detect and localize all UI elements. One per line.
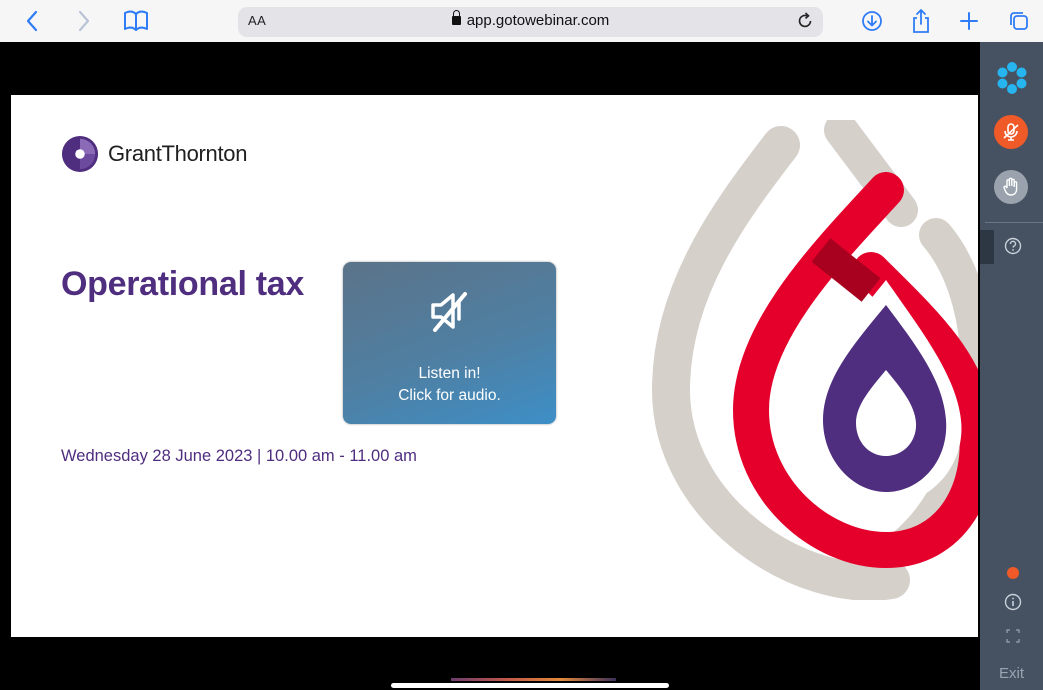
tabs-icon[interactable] xyxy=(1005,7,1033,35)
forward-icon[interactable] xyxy=(70,7,98,35)
microphone-muted-icon[interactable] xyxy=(994,115,1028,149)
question-icon[interactable] xyxy=(1002,235,1024,257)
exit-button[interactable]: Exit xyxy=(980,665,1043,682)
brand-droplet-artwork xyxy=(651,120,978,600)
lock-icon xyxy=(451,10,461,25)
audio-prompt-subtitle: Click for audio. xyxy=(398,387,501,404)
grant-thornton-mark-icon xyxy=(61,135,99,173)
sidebar-divider xyxy=(985,222,1043,223)
browser-toolbar: AA app.gotowebinar.com xyxy=(0,0,1043,42)
panel-collapse-tab[interactable] xyxy=(980,230,994,264)
raise-hand-icon[interactable] xyxy=(994,170,1028,204)
speaker-muted-icon xyxy=(431,292,467,332)
home-indicator xyxy=(391,683,669,688)
info-icon[interactable] xyxy=(1002,591,1024,613)
audio-prompt-title: Listen in! xyxy=(418,365,481,382)
listen-in-audio-button[interactable]: Listen in! Click for audio. xyxy=(343,262,556,424)
gotowebinar-logo-icon[interactable] xyxy=(994,60,1030,96)
brand-name: GrantThornton xyxy=(108,141,248,166)
event-date: Wednesday 28 June 2023 | 10.00 am - 11.0… xyxy=(61,447,417,465)
url-text: app.gotowebinar.com xyxy=(466,12,610,29)
back-icon[interactable] xyxy=(18,7,46,35)
fullscreen-icon[interactable] xyxy=(1004,627,1022,645)
bookmarks-icon[interactable] xyxy=(122,7,150,35)
new-tab-icon[interactable] xyxy=(955,7,983,35)
share-icon[interactable] xyxy=(907,7,935,35)
slide-title: Operational tax xyxy=(61,265,305,303)
downloads-icon[interactable] xyxy=(858,7,886,35)
url-field[interactable]: app.gotowebinar.com xyxy=(238,10,823,29)
status-dot-icon xyxy=(1007,567,1019,579)
video-strip xyxy=(451,678,616,681)
webinar-control-panel: Exit xyxy=(980,42,1043,690)
reload-icon[interactable] xyxy=(795,11,815,36)
grant-thornton-logo: GrantThornton xyxy=(61,135,247,173)
address-bar[interactable]: AA app.gotowebinar.com xyxy=(238,7,823,37)
